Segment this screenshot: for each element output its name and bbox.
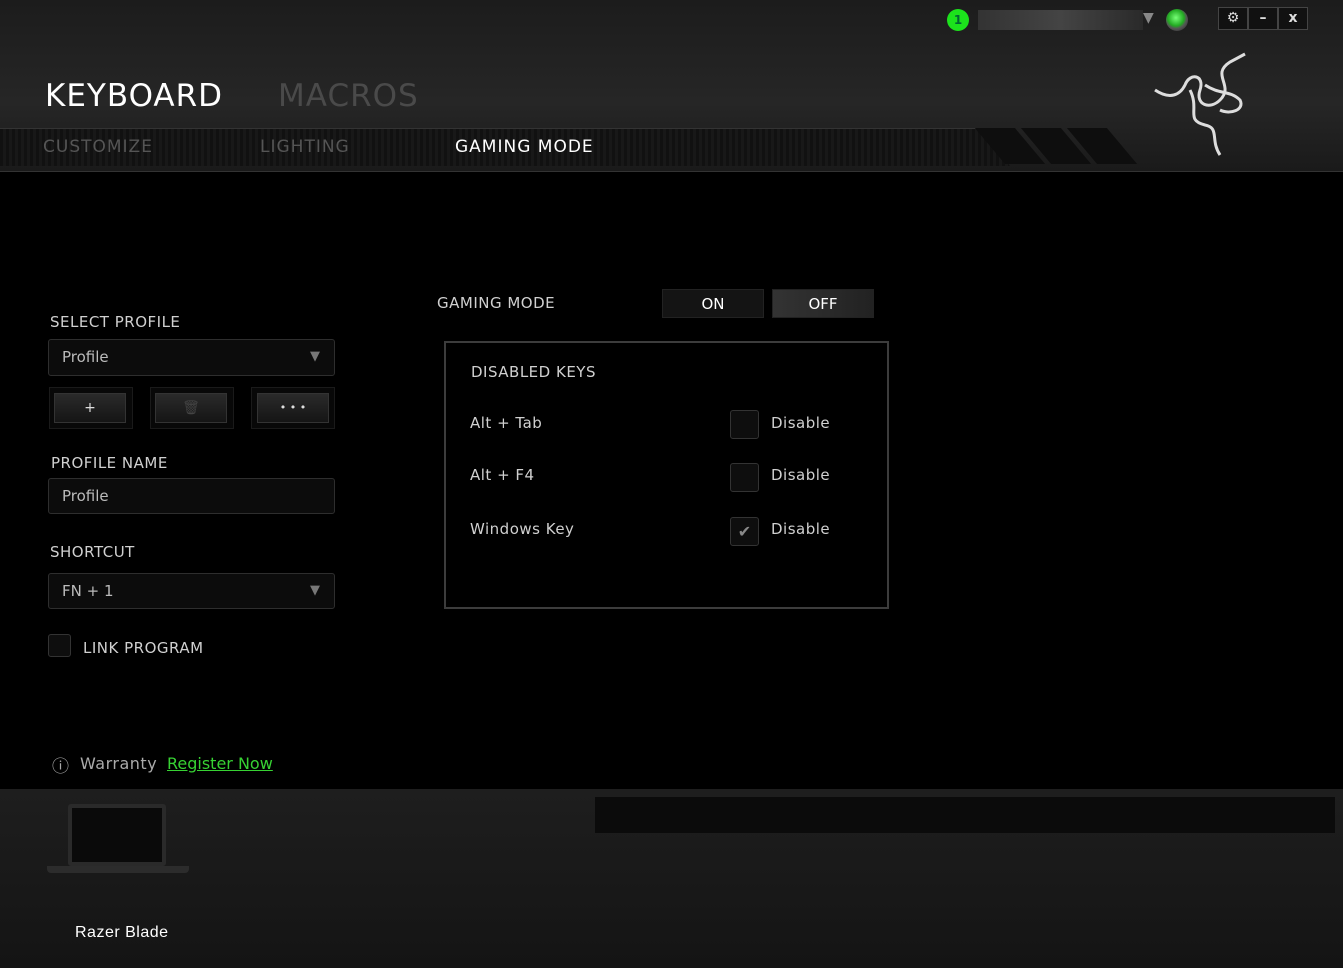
disabled-keys-panel: DISABLED KEYS Alt + Tab Disable Alt + F4…: [444, 341, 889, 609]
profile-dropdown[interactable]: Profile ▼: [48, 339, 335, 376]
shortcut-value: FN + 1: [62, 582, 114, 600]
laptop-base: [47, 866, 189, 873]
close-button[interactable]: x: [1278, 7, 1308, 30]
subtab-customize[interactable]: CUSTOMIZE: [43, 137, 153, 157]
more-options-button[interactable]: • • •: [257, 393, 329, 423]
subtab-lighting[interactable]: LIGHTING: [260, 137, 350, 157]
windows-key-disable-checkbox[interactable]: ✔: [730, 517, 759, 546]
profile-dropdown-value: Profile: [62, 348, 109, 366]
tab-keyboard[interactable]: KEYBOARD: [45, 78, 223, 114]
profile-indicator[interactable]: 1: [947, 9, 969, 31]
select-profile-label: SELECT PROFILE: [50, 313, 181, 331]
warranty-label: Warranty: [80, 754, 158, 773]
device-profile-selector[interactable]: [978, 10, 1143, 30]
decorative-stripes: [974, 128, 1138, 164]
shortcut-label: SHORTCUT: [50, 543, 135, 561]
chevron-down-icon: ▼: [310, 349, 320, 364]
device-name: Razer Blade: [75, 924, 169, 941]
razer-blade-device-icon[interactable]: [68, 804, 166, 866]
gaming-mode-off-button[interactable]: OFF: [772, 289, 874, 318]
profile-name-input[interactable]: Profile: [48, 478, 335, 514]
disabled-keys-title: DISABLED KEYS: [471, 363, 596, 381]
checkmark-icon: ✔: [737, 522, 752, 541]
gaming-mode-on-button[interactable]: ON: [662, 289, 764, 318]
tab-macros[interactable]: MACROS: [278, 78, 419, 114]
key-name: Windows Key: [470, 520, 575, 538]
subtab-gaming-mode[interactable]: GAMING MODE: [455, 137, 594, 157]
razer-logo-icon: [1154, 52, 1246, 156]
status-led-icon[interactable]: [1166, 9, 1188, 31]
shortcut-dropdown[interactable]: FN + 1 ▼: [48, 573, 335, 609]
disable-label: Disable: [771, 414, 831, 432]
info-icon: ⓘ: [52, 757, 70, 777]
chevron-down-icon: ▼: [310, 583, 320, 598]
minimize-button[interactable]: –: [1248, 7, 1278, 30]
disable-label: Disable: [771, 520, 831, 538]
link-program-checkbox[interactable]: [48, 634, 71, 657]
key-name: Alt + Tab: [470, 414, 543, 432]
alt-tab-disable-checkbox[interactable]: [730, 410, 759, 439]
decorative-strip: [595, 797, 1335, 833]
add-profile-button[interactable]: +: [54, 393, 126, 423]
register-now-link[interactable]: Register Now: [167, 754, 273, 773]
disable-label: Disable: [771, 466, 831, 484]
main-tabs: KEYBOARD MACROS: [45, 78, 419, 114]
delete-profile-button[interactable]: 🗑: [155, 393, 227, 423]
link-program-label: LINK PROGRAM: [83, 639, 204, 657]
profile-name-label: PROFILE NAME: [51, 454, 168, 472]
alt-f4-disable-checkbox[interactable]: [730, 463, 759, 492]
key-name: Alt + F4: [470, 466, 535, 484]
gaming-mode-label: GAMING MODE: [437, 294, 556, 312]
settings-button[interactable]: ⚙: [1218, 7, 1248, 30]
chevron-down-icon[interactable]: ▼: [1143, 10, 1154, 26]
